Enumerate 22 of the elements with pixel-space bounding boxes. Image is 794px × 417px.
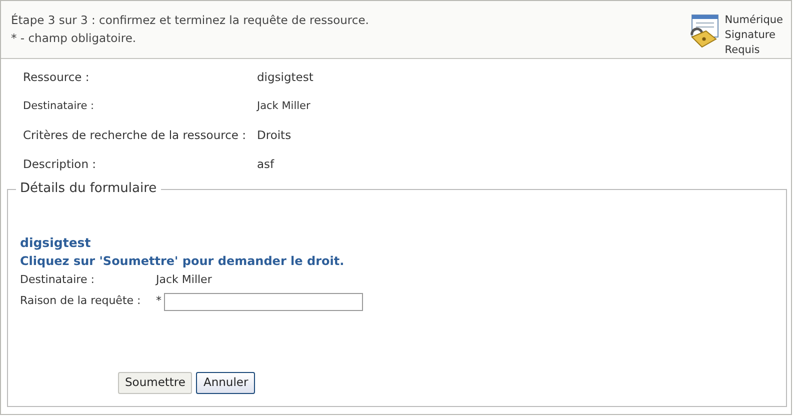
- field-label: Raison de la requête :: [20, 293, 142, 310]
- badge-label: Requis: [724, 43, 761, 58]
- form-title: digsigtest: [20, 234, 92, 252]
- required-mark: *: [156, 293, 162, 310]
- field-value: digsigtest: [257, 68, 314, 86]
- form-button[interactable]: Annuler: [196, 372, 256, 394]
- reason-input[interactable]: [164, 292, 362, 310]
- field-value: Jack Miller: [156, 272, 212, 288]
- form-button[interactable]: Soumettre: [118, 372, 192, 394]
- field-value: Droits: [257, 126, 292, 144]
- form-subtitle: Cliquez sur 'Soumettre' pour demander le droit.: [20, 253, 346, 270]
- required-note: * - champ obligatoire.: [11, 30, 138, 47]
- field-label: Destinataire :: [23, 98, 96, 114]
- field-label: Ressource :: [23, 68, 90, 86]
- field-value: Jack Miller: [257, 98, 310, 114]
- field-label: Destinataire :: [20, 272, 96, 288]
- field-label: Critères de recherche de la ressource :: [23, 126, 248, 144]
- instruction-text: Étape 3 sur 3 : confirmez et terminez la requête de ressource.: [11, 12, 369, 29]
- field-label: Description :: [23, 156, 98, 173]
- badge-label: Numérique: [724, 13, 783, 28]
- badge-label: Signature: [724, 28, 776, 43]
- field-value: asf: [257, 156, 274, 173]
